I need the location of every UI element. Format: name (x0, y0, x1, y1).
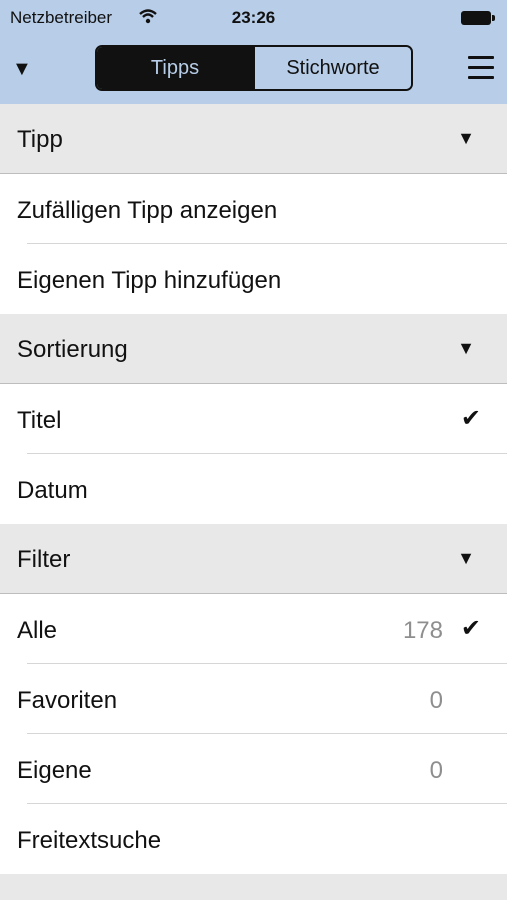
tab-stichworte[interactable]: Stichworte (253, 47, 411, 89)
section-header-filter[interactable]: Filter ▼ (0, 524, 507, 594)
list-item-add-tip[interactable]: Eigenen Tipp hinzufügen (0, 244, 507, 314)
list-item-label: Datum (17, 477, 88, 504)
item-count: 0 (429, 687, 443, 714)
list-item-random-tip[interactable]: Zufälligen Tipp anzeigen (0, 174, 507, 244)
section-header-sortierung[interactable]: Sortierung ▼ (0, 314, 507, 384)
list-item-sort-title[interactable]: Titel ✔ (0, 384, 507, 454)
section-title: Filter (17, 546, 71, 573)
section-header-tipp[interactable]: Tipp ▼ (0, 104, 507, 174)
section-title: Tipp (17, 126, 63, 153)
list-item-label: Favoriten (17, 687, 118, 714)
tab-tipps[interactable]: Tipps (97, 47, 253, 89)
expand-triangle-icon: ▼ (457, 548, 475, 568)
status-bar: Netzbetreiber 23:26 (0, 0, 507, 36)
list-item-label: Alle (17, 617, 58, 644)
list-item-sort-date[interactable]: Datum (0, 454, 507, 524)
list-item-label: Zufälligen Tipp anzeigen (17, 197, 278, 224)
list-item-filter-own[interactable]: Eigene 0 (0, 734, 507, 804)
section-title: Sortierung (17, 336, 128, 363)
list-item-filter-favorites[interactable]: Favoriten 0 (0, 664, 507, 734)
clock: 23:26 (231, 8, 276, 27)
checkmark-icon: ✔ (460, 615, 481, 642)
list-item-fulltext-search[interactable]: Freitextsuche (0, 804, 507, 874)
expand-triangle-icon: ▼ (457, 338, 475, 358)
dropdown-arrow-button[interactable]: ▼ (12, 58, 32, 80)
list-item-label: Eigene (17, 757, 92, 784)
section-header-partial[interactable] (0, 874, 507, 900)
menu-icon[interactable] (468, 56, 494, 80)
item-count: 0 (429, 757, 443, 784)
list-item-filter-all[interactable]: Alle 178 ✔ (0, 594, 507, 664)
list-item-label: Freitextsuche (17, 827, 162, 854)
item-count: 178 (402, 617, 443, 644)
list-item-label: Titel (17, 407, 62, 434)
checkmark-icon: ✔ (460, 405, 481, 432)
expand-triangle-icon: ▼ (457, 128, 475, 148)
list-item-label: Eigenen Tipp hinzufügen (17, 267, 282, 294)
segmented-control: Tipps Stichworte (95, 45, 413, 91)
nav-bar: Netzbetreiber 23:26 ▼ Tipps Stichworte (0, 0, 507, 104)
battery-icon (461, 11, 495, 25)
